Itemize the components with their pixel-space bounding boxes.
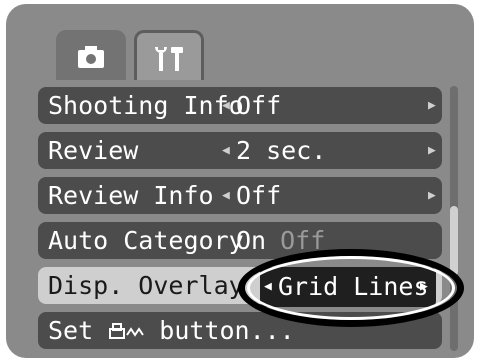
menu-row-review[interactable]: Review ◀ 2 sec. ▶ [38,132,442,169]
menu-row-value: 2 sec. [236,136,327,165]
highlight-ellipse-inner [247,256,455,320]
menu-row-label: Auto Category [48,226,244,255]
left-arrow-icon: ◀ [222,143,230,158]
left-arrow-icon: ◀ [222,98,230,113]
print-share-icon [109,323,145,339]
left-arrow-icon: ◀ [222,188,230,203]
right-arrow-icon: ▶ [428,98,436,113]
menu-row-value: Off [236,181,282,210]
option-on[interactable]: On [236,226,266,255]
scrollbar[interactable] [450,86,458,351]
tab-setup[interactable] [134,30,204,80]
menu-row-label: Disp. Overlay [48,271,244,300]
right-arrow-icon: ▶ [428,188,436,203]
camera-icon [78,46,104,68]
setup-tools-icon [155,47,183,71]
camera-menu-screen: Shooting Info ◀ Off ▶ Review ◀ 2 sec. ▶ … [6,4,474,358]
menu-row-value: Off [236,91,282,120]
menu-row-label: Review Info [48,181,214,210]
menu-row-label: Shooting Info [48,91,244,120]
menu-row-review-info[interactable]: Review Info ◀ Off ▶ [38,177,442,214]
tab-camera[interactable] [56,30,126,80]
menu-row-shooting-info[interactable]: Shooting Info ◀ Off ▶ [38,87,442,124]
menu-row-label: Set button... [48,316,295,345]
menu-row-label: Review [48,136,139,165]
right-arrow-icon: ▶ [428,143,436,158]
scrollbar-thumb[interactable] [450,206,458,276]
